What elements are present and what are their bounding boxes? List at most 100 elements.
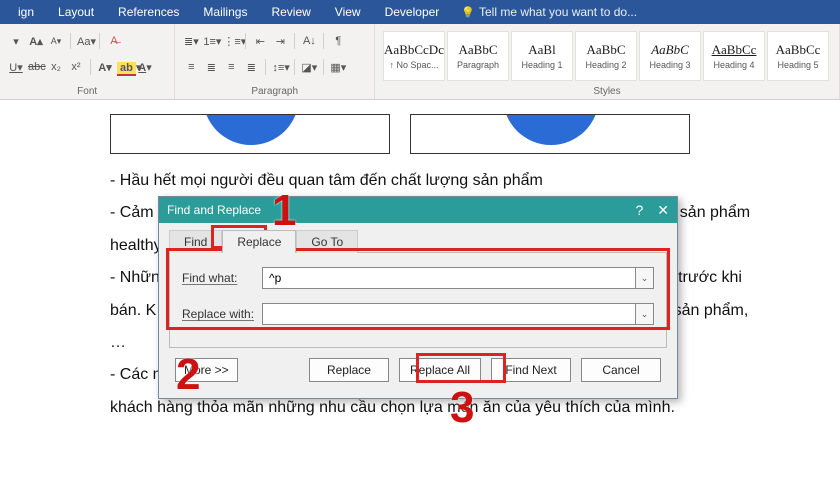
align-center-icon[interactable]: ≣	[203, 61, 219, 74]
decrease-indent-icon[interactable]: ⇤	[252, 35, 268, 48]
style-preview: AaBl	[512, 42, 572, 58]
style-name: Heading 3	[640, 60, 700, 70]
style-name: ↑ No Spac...	[384, 60, 444, 70]
style-tile[interactable]: AaBbC Heading 2	[575, 31, 637, 81]
close-button[interactable]: ✕	[657, 202, 669, 219]
strikethrough-icon[interactable]: abc	[28, 61, 44, 73]
styles-gallery[interactable]: AaBbCcDc↑ No Spac...AaBbCParagraphAaBlHe…	[383, 28, 831, 81]
subscript-icon[interactable]: x₂	[48, 61, 64, 73]
multilevel-list-icon[interactable]: ⋮≡▾	[223, 35, 239, 48]
find-what-label: Find what:	[182, 271, 262, 285]
lightbulb-icon: 💡	[461, 6, 475, 19]
highlight-icon[interactable]: ab▾	[117, 61, 133, 74]
style-name: Heading 1	[512, 60, 572, 70]
paragraph-group-label: Paragraph	[175, 86, 374, 97]
image-frame[interactable]	[110, 114, 390, 154]
replace-with-dropdown[interactable]: ⌄	[636, 303, 654, 325]
image-frames-row	[110, 114, 810, 154]
clear-formatting-icon[interactable]: A̶	[106, 35, 122, 47]
ribbon-tab-developer[interactable]: Developer	[373, 1, 452, 23]
blue-circle-shape	[503, 114, 599, 145]
style-name: Heading 4	[704, 60, 764, 70]
font-style-row: U▾ abc x₂ x² A▾ ab▾ A▾	[8, 54, 166, 80]
style-tile[interactable]: AaBbCc Heading 5	[767, 31, 829, 81]
style-name: Heading 2	[576, 60, 636, 70]
find-what-input[interactable]	[262, 267, 636, 289]
font-dropdown-icon[interactable]: ▾	[8, 35, 24, 48]
dialog-title: Find and Replace	[167, 203, 261, 217]
style-tile[interactable]: AaBbCc Heading 4	[703, 31, 765, 81]
replace-with-field: Replace with: ⌄	[182, 303, 654, 325]
bullets-icon[interactable]: ≣▾	[183, 35, 199, 48]
paragraph-group: ≣▾ 1≡▾ ⋮≡▾ ⇤ ⇥ A↓ ¶ ≡ ≣ ≡ ≣ ↕≡▾ ◪▾ ▦▾ Pa…	[175, 24, 375, 99]
tell-me-search[interactable]: 💡 Tell me what you want to do...	[461, 5, 637, 19]
numbering-icon[interactable]: 1≡▾	[203, 35, 219, 48]
replace-button[interactable]: Replace	[309, 358, 389, 382]
justify-icon[interactable]: ≣	[243, 61, 259, 74]
tab-find[interactable]: Find	[169, 230, 222, 253]
doc-line: - Hầu hết mọi người đều quan tâm đến chấ…	[110, 166, 810, 196]
style-preview: AaBbCc	[704, 42, 764, 58]
shading-icon[interactable]: ◪▾	[301, 61, 317, 74]
replace-with-label: Replace with:	[182, 307, 262, 321]
align-left-icon[interactable]: ≡	[183, 61, 199, 73]
tell-me-placeholder: Tell me what you want to do...	[479, 5, 637, 19]
replace-all-button[interactable]: Replace All	[399, 358, 481, 382]
style-tile[interactable]: AaBbCcDc ↑ No Spac...	[383, 31, 445, 81]
font-group: ▾ A▴ A▾ Aa▾ A̶ U▾ abc x₂ x² A▾ ab▾ A▾ Fo…	[0, 24, 175, 99]
ribbon-tab-review[interactable]: Review	[259, 1, 322, 23]
ribbon-tab-references[interactable]: References	[106, 1, 191, 23]
more-button[interactable]: More >>	[175, 358, 238, 382]
superscript-icon[interactable]: x²	[68, 61, 84, 73]
ribbon-tab-design[interactable]: ign	[6, 1, 46, 23]
style-preview: AaBbC	[576, 42, 636, 58]
font-color-icon[interactable]: A▾	[137, 61, 153, 74]
image-frame[interactable]	[410, 114, 690, 154]
style-preview: AaBbCcDc	[384, 42, 444, 58]
ribbon: ▾ A▴ A▾ Aa▾ A̶ U▾ abc x₂ x² A▾ ab▾ A▾ Fo…	[0, 24, 840, 100]
style-name: Heading 5	[768, 60, 828, 70]
ribbon-tab-layout[interactable]: Layout	[46, 1, 106, 23]
ribbon-tab-mailings[interactable]: Mailings	[191, 1, 259, 23]
dialog-tabs: Find Replace Go To	[169, 229, 667, 252]
underline-dropdown-icon[interactable]: U▾	[8, 61, 24, 74]
dialog-panel: Find what: ⌄ Replace with: ⌄	[169, 252, 667, 348]
font-group-label: Font	[0, 86, 174, 97]
show-marks-icon[interactable]: ¶	[330, 35, 346, 47]
ribbon-tab-strip: ign Layout References Mailings Review Vi…	[0, 0, 840, 24]
tab-replace[interactable]: Replace	[222, 230, 296, 253]
line-spacing-icon[interactable]: ↕≡▾	[272, 61, 288, 74]
style-tile[interactable]: AaBbC Heading 3	[639, 31, 701, 81]
dialog-titlebar[interactable]: Find and Replace ? ✕	[159, 197, 677, 223]
find-what-field: Find what: ⌄	[182, 267, 654, 289]
style-preview: AaBbC	[640, 42, 700, 58]
styles-group: AaBbCcDc↑ No Spac...AaBbCParagraphAaBlHe…	[375, 24, 840, 99]
separator	[70, 33, 71, 49]
document-area: - Hầu hết mọi người đều quan tâm đến chấ…	[0, 100, 840, 423]
find-what-dropdown[interactable]: ⌄	[636, 267, 654, 289]
borders-icon[interactable]: ▦▾	[330, 61, 346, 74]
grow-font-icon[interactable]: A▴	[28, 35, 44, 48]
find-replace-dialog: Find and Replace ? ✕ Find Replace Go To …	[158, 196, 678, 399]
change-case-icon[interactable]: Aa▾	[77, 35, 93, 48]
ribbon-tab-view[interactable]: View	[323, 1, 373, 23]
shrink-font-icon[interactable]: A▾	[48, 36, 64, 47]
increase-indent-icon[interactable]: ⇥	[272, 35, 288, 48]
style-tile[interactable]: AaBbCParagraph	[447, 31, 509, 81]
separator	[99, 33, 100, 49]
find-next-button[interactable]: Find Next	[491, 358, 571, 382]
style-preview: AaBbCc	[768, 42, 828, 58]
font-grow-shrink-row: ▾ A▴ A▾ Aa▾ A̶	[8, 28, 166, 54]
align-right-icon[interactable]: ≡	[223, 61, 239, 73]
style-name: Paragraph	[448, 60, 508, 70]
tab-goto[interactable]: Go To	[296, 230, 358, 253]
dialog-buttons: More >> Replace Replace All Find Next Ca…	[169, 348, 667, 384]
dialog-body: Find Replace Go To Find what: ⌄ Replace …	[159, 223, 677, 398]
cancel-button[interactable]: Cancel	[581, 358, 661, 382]
text-effects-icon[interactable]: A▾	[97, 61, 113, 74]
help-button[interactable]: ?	[635, 202, 643, 219]
style-tile[interactable]: AaBl Heading 1	[511, 31, 573, 81]
styles-group-label: Styles	[375, 86, 839, 97]
sort-icon[interactable]: A↓	[301, 35, 317, 47]
replace-with-input[interactable]	[262, 303, 636, 325]
